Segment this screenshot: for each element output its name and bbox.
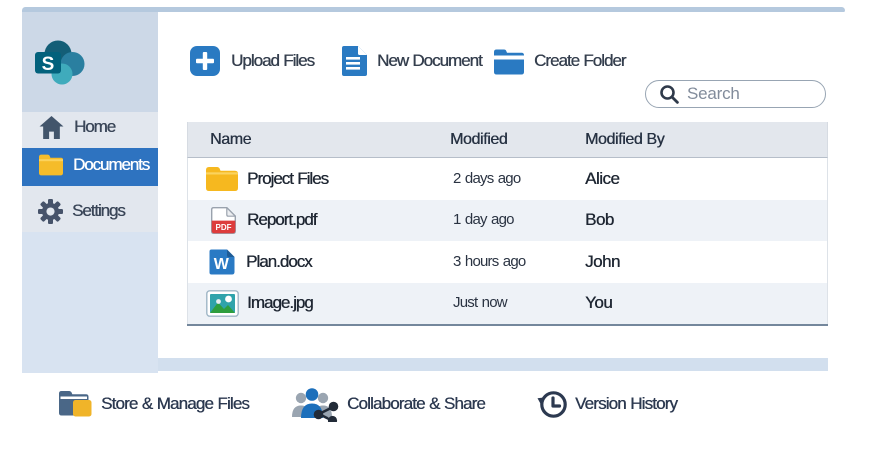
svg-text:PDF: PDF bbox=[216, 223, 232, 232]
svg-text:S: S bbox=[42, 54, 55, 75]
svg-text:W: W bbox=[214, 256, 230, 273]
